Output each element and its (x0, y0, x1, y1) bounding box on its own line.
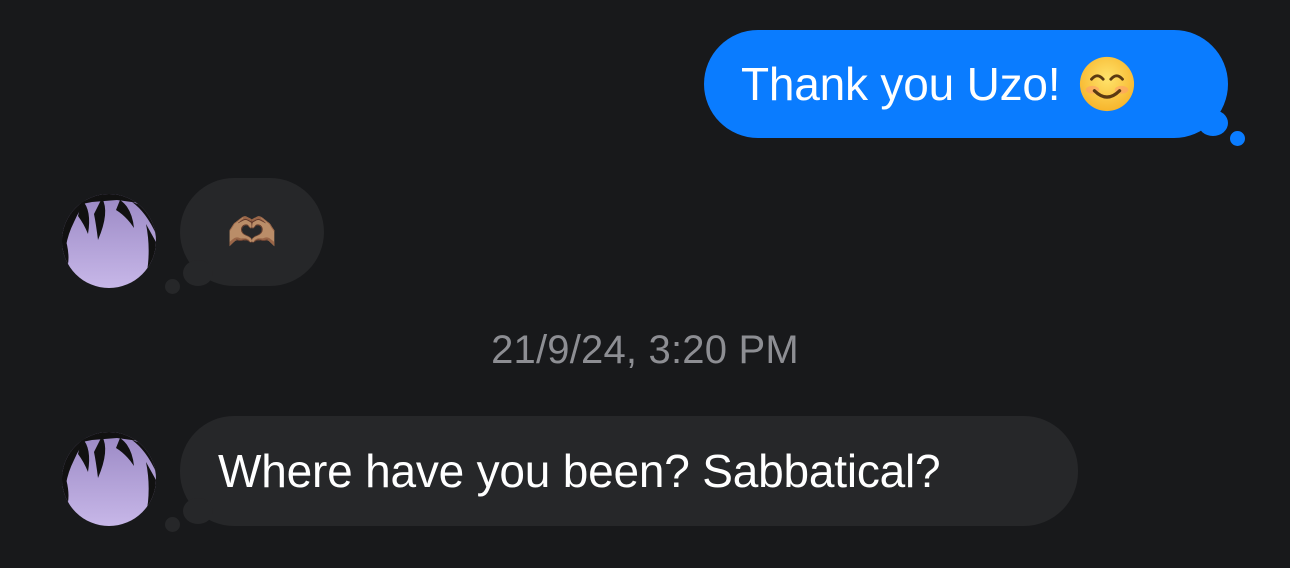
outgoing-bubble-tail (1198, 110, 1228, 136)
message-timestamp: 21/9/24, 3:20 PM (491, 328, 799, 372)
incoming-bubble-tail (183, 260, 213, 286)
incoming-bubble-tail-dot (165, 517, 180, 532)
outgoing-bubble-tail-dot (1230, 131, 1245, 146)
outgoing-message-text: Thank you Uzo! (741, 58, 1061, 110)
incoming-bubble-tail-dot (165, 279, 180, 294)
contact-avatar[interactable] (62, 432, 156, 526)
outgoing-message-bubble[interactable]: Thank you Uzo! (704, 30, 1228, 138)
contact-avatar[interactable] (62, 194, 156, 288)
palm-tree-avatar-icon (62, 432, 156, 526)
incoming-message-text: Where have you been? Sabbatical? (218, 445, 941, 497)
incoming-bubble-tail (183, 498, 213, 524)
smiling-face-emoji-icon (1080, 56, 1135, 112)
palm-tree-avatar-icon (62, 194, 156, 288)
heart-hands-emoji-text: 🫶🏽 (227, 210, 277, 255)
incoming-message-bubble[interactable]: Where have you been? Sabbatical? (180, 416, 1078, 526)
